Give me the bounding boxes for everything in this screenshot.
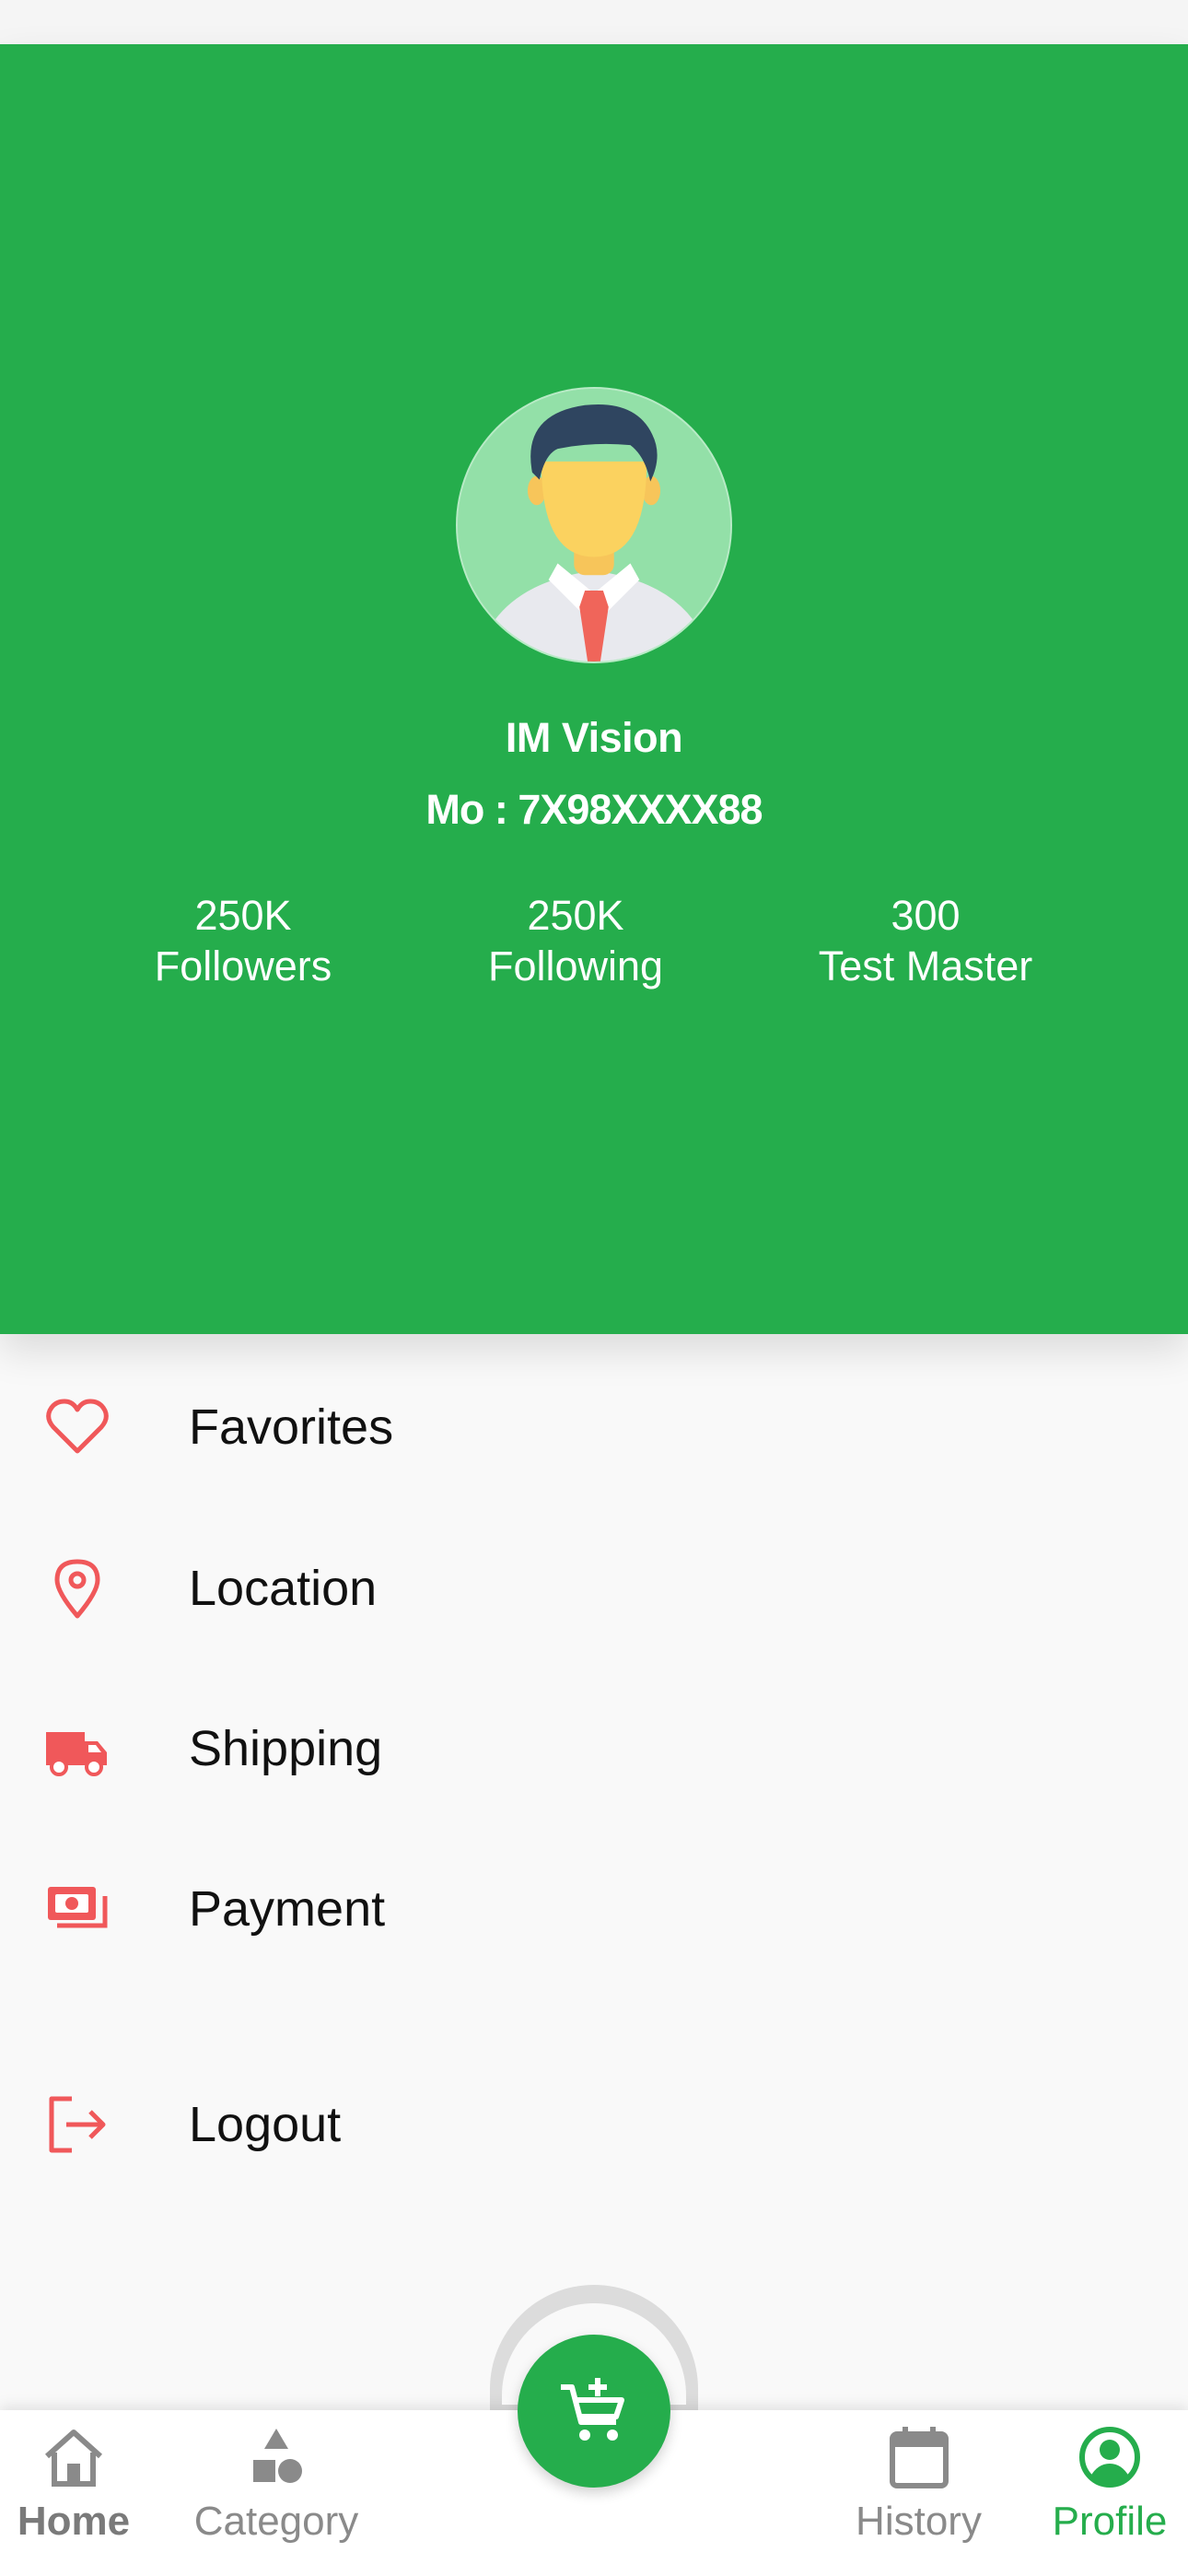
nav-home[interactable]: Home: [9, 2423, 138, 2570]
nav-category[interactable]: Category: [189, 2423, 364, 2570]
calendar-icon: [885, 2423, 953, 2491]
menu-item-label: Payment: [189, 1881, 386, 1937]
add-to-cart-icon: [561, 2378, 624, 2441]
stat-label: Test Master: [818, 943, 1033, 989]
money-icon: [44, 1876, 111, 1942]
logout-icon: [44, 2091, 111, 2158]
stat-value: 250K: [194, 892, 292, 939]
home-icon: [40, 2423, 108, 2491]
profile-phone: Mo : 7X98XXXX88: [425, 786, 763, 833]
menu-item-payment[interactable]: Payment: [0, 1840, 1188, 1978]
stat-value: 300: [891, 892, 961, 939]
menu-item-location[interactable]: Location: [0, 1519, 1188, 1657]
menu-item-label: Logout: [189, 2097, 342, 2152]
menu-item-label: Location: [189, 1561, 378, 1616]
nav-label: Home: [17, 2499, 131, 2544]
user-circle-icon: [1076, 2423, 1144, 2491]
menu-item-shipping[interactable]: Shipping: [0, 1680, 1188, 1818]
stat-followers[interactable]: 250K Followers: [77, 890, 409, 991]
nav-label: Profile: [1052, 2499, 1168, 2544]
heart-icon: [44, 1394, 111, 1460]
profile-screen: IM Vision Mo : 7X98XXXX88 250K Followers…: [0, 0, 1188, 2576]
menu-item-favorites[interactable]: Favorites: [0, 1358, 1188, 1496]
profile-header: IM Vision Mo : 7X98XXXX88 250K Followers…: [0, 44, 1188, 1334]
status-bar: [0, 0, 1188, 44]
shapes-icon: [242, 2423, 310, 2491]
nav-label: History: [856, 2499, 982, 2544]
truck-icon: [44, 1715, 111, 1782]
stat-label: Following: [487, 943, 664, 989]
stat-test-master[interactable]: 300 Test Master: [760, 890, 1091, 991]
avatar-illustration: [458, 389, 730, 662]
menu-item-label: Favorites: [189, 1399, 394, 1455]
stat-label: Followers: [154, 943, 332, 989]
nav-label: Category: [193, 2499, 359, 2544]
menu-item-logout[interactable]: Logout: [0, 2055, 1188, 2194]
stat-following[interactable]: 250K Following: [410, 890, 741, 991]
menu-item-label: Shipping: [189, 1721, 383, 1776]
nav-history[interactable]: History: [847, 2423, 990, 2570]
profile-name: IM Vision: [505, 714, 683, 761]
add-to-cart-button[interactable]: [518, 2335, 670, 2488]
stat-value: 250K: [527, 892, 624, 939]
location-pin-icon: [44, 1555, 111, 1622]
nav-profile[interactable]: Profile: [1045, 2423, 1174, 2570]
avatar[interactable]: [456, 387, 732, 663]
